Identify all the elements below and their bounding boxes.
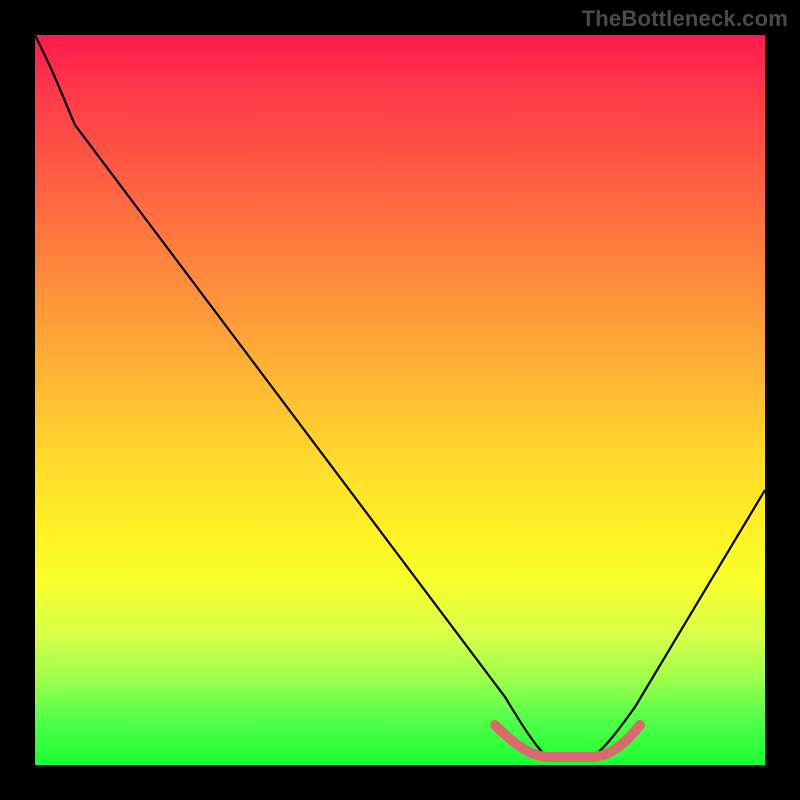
bottleneck-curve-svg — [35, 35, 765, 765]
bottleneck-curve — [35, 35, 765, 755]
watermark-text: TheBottleneck.com — [582, 6, 788, 32]
chart-frame: TheBottleneck.com — [0, 0, 800, 800]
plot-area — [35, 35, 765, 765]
